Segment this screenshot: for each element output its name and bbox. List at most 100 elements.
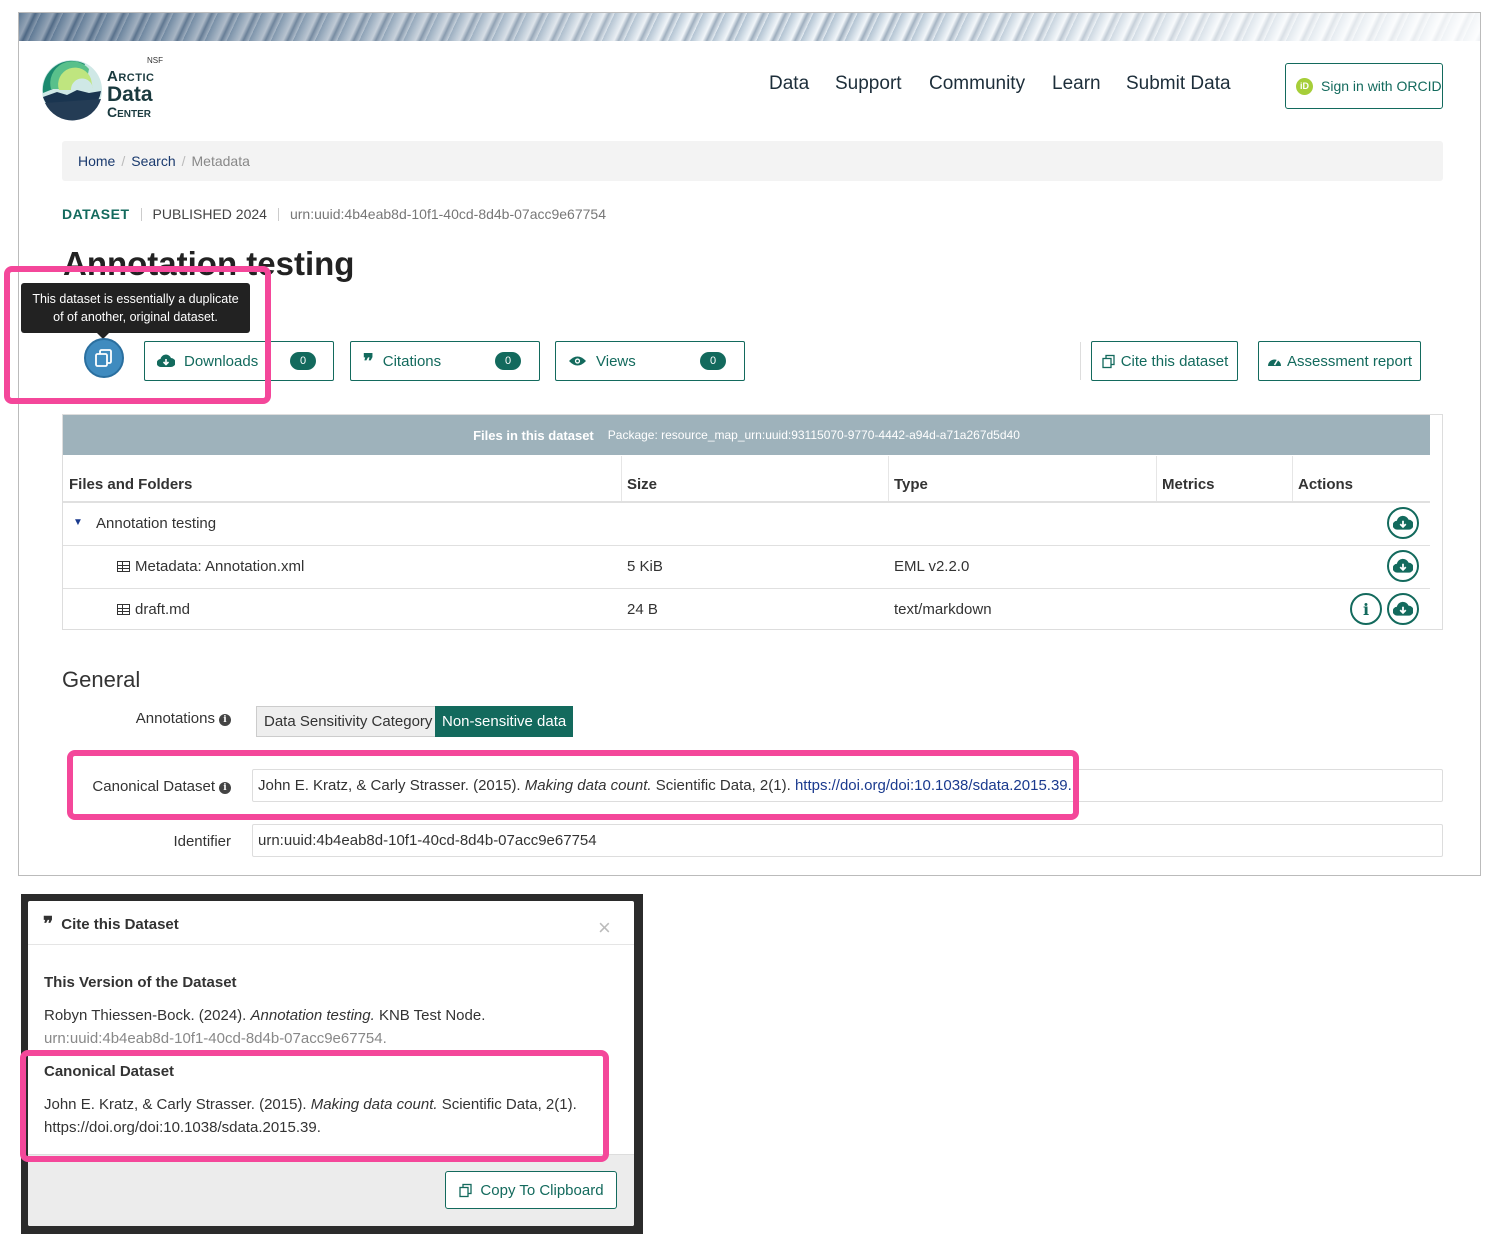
- file-type: EML v2.2.0: [894, 558, 970, 575]
- annotation-category[interactable]: Data Sensitivity Category: [256, 706, 440, 737]
- published-year: PUBLISHED 2024: [152, 206, 267, 222]
- version-id: urn:uuid:4b4eab8d-10f1-40cd-8d4b-07acc9e…: [44, 1030, 387, 1047]
- breadcrumb-separator: /: [181, 153, 186, 169]
- duplicate-dataset-button[interactable]: [84, 338, 124, 378]
- cite-dataset-button[interactable]: Cite this dataset: [1091, 341, 1238, 381]
- canonical-title: Making data count.: [524, 777, 652, 794]
- dashboard-icon: [1267, 359, 1281, 366]
- breadcrumb: Home / Search / Metadata: [62, 141, 1443, 181]
- canonical-dataset-field: John E. Kratz, & Carly Strasser. (2015).…: [252, 769, 1443, 802]
- copy-icon: [459, 1183, 473, 1197]
- nav-submit-data[interactable]: Submit Data: [1126, 73, 1231, 95]
- header-banner: [19, 13, 1480, 41]
- caret-down-icon[interactable]: ▼: [73, 517, 83, 528]
- annotations-label: Annotations i: [109, 710, 231, 727]
- identifier-field: urn:uuid:4b4eab8d-10f1-40cd-8d4b-07acc9e…: [252, 824, 1443, 857]
- citations-button[interactable]: ❞ Citations 0: [350, 341, 540, 381]
- citations-label: Citations: [382, 352, 442, 370]
- column-actions[interactable]: Actions: [1298, 476, 1353, 493]
- info-icon: i: [1362, 599, 1370, 619]
- canonical-title: Making data count.: [310, 1096, 438, 1113]
- info-icon[interactable]: i: [219, 782, 231, 794]
- file-name[interactable]: draft.md: [117, 601, 190, 618]
- meta-divider: [277, 207, 279, 221]
- column-size[interactable]: Size: [627, 476, 657, 493]
- close-icon[interactable]: ×: [598, 915, 611, 941]
- download-file-button[interactable]: [1387, 593, 1419, 625]
- copy-icon: [1102, 354, 1115, 368]
- table-row-folder[interactable]: ▼ Annotation testing: [63, 503, 1430, 545]
- meta-divider: [140, 207, 142, 221]
- identifier-label: Identifier: [173, 833, 231, 850]
- version-repo: KNB Test Node.: [378, 1007, 486, 1024]
- tooltip-line-2: of of another, original dataset.: [53, 310, 218, 324]
- canonical-journal: Scientific Data, 2(1).: [441, 1096, 577, 1113]
- nav-support[interactable]: Support: [835, 73, 902, 95]
- annotation-value[interactable]: Non-sensitive data: [435, 706, 574, 737]
- download-file-button[interactable]: [1387, 550, 1419, 582]
- table-row[interactable]: draft.md 24 B text/markdown i: [63, 589, 1430, 631]
- copy-to-clipboard-label: Copy To Clipboard: [480, 1181, 604, 1199]
- views-label: Views: [596, 352, 636, 370]
- version-heading: This Version of the Dataset: [44, 974, 237, 991]
- column-metrics[interactable]: Metrics: [1162, 476, 1215, 493]
- copy-to-clipboard-button[interactable]: Copy To Clipboard: [445, 1171, 617, 1209]
- canonical-dataset-label-text: Canonical Dataset: [92, 778, 215, 795]
- breadcrumb-search[interactable]: Search: [131, 153, 175, 169]
- breadcrumb-current: Metadata: [191, 153, 250, 169]
- canonical-authors: John E. Kratz, & Carly Strasser. (2015).: [44, 1096, 307, 1113]
- file-name[interactable]: Metadata: Annotation.xml: [117, 558, 304, 575]
- column-type[interactable]: Type: [894, 476, 928, 493]
- column-divider: [1156, 456, 1157, 502]
- column-divider: [888, 456, 889, 502]
- logo-center: Center: [107, 104, 152, 120]
- sign-in-label: Sign in with ORCID: [1321, 78, 1442, 94]
- column-files-and-folders[interactable]: Files and Folders: [69, 476, 192, 493]
- canonical-doi-link[interactable]: https://doi.org/doi:10.1038/sdata.2015.3…: [44, 1119, 321, 1136]
- file-size: 24 B: [627, 601, 658, 618]
- download-folder-button[interactable]: [1387, 507, 1419, 539]
- canonical-authors: John E. Kratz, & Carly Strasser. (2015).: [258, 777, 521, 794]
- cite-dataset-modal: ❞ Cite this Dataset × This Version of th…: [28, 901, 634, 1226]
- orcid-icon: iD: [1296, 77, 1313, 95]
- package-identifier: Package: resource_map_urn:uuid:93115070-…: [607, 428, 1020, 442]
- file-size: 5 KiB: [627, 558, 663, 575]
- cloud-download-icon: [1393, 558, 1413, 573]
- quote-icon: ❞: [363, 349, 374, 373]
- files-table-header: Files in this dataset Package: resource_…: [63, 415, 1430, 455]
- assessment-report-label: Assessment report: [1286, 352, 1413, 370]
- column-divider: [621, 456, 622, 502]
- table-icon: [117, 604, 130, 615]
- nav-data[interactable]: Data: [769, 73, 809, 95]
- table-icon: [117, 561, 130, 572]
- column-divider: [1292, 456, 1293, 502]
- canonical-doi-link[interactable]: https://doi.org/doi:10.1038/sdata.2015.3…: [795, 777, 1072, 794]
- downloads-button[interactable]: Downloads 0: [144, 341, 334, 381]
- copy-icon: [95, 349, 112, 367]
- annotations-label-text: Annotations: [135, 710, 215, 727]
- citations-count: 0: [495, 352, 521, 370]
- quote-icon: ❞: [43, 913, 54, 935]
- modal-title-text: Cite this Dataset: [61, 916, 179, 933]
- file-name-text: draft.md: [135, 601, 191, 618]
- version-authors: Robyn Thiessen-Bock. (2024).: [44, 1007, 247, 1024]
- duplicate-tooltip: This dataset is essentially a duplicate …: [21, 283, 250, 333]
- modal-divider: [28, 944, 634, 945]
- views-count: 0: [700, 352, 726, 370]
- general-heading: General: [62, 667, 141, 692]
- file-info-button[interactable]: i: [1350, 593, 1382, 625]
- cloud-download-icon: [1393, 601, 1413, 616]
- nav-learn[interactable]: Learn: [1052, 73, 1101, 95]
- arctic-data-center-logo[interactable]: [41, 59, 103, 121]
- files-header-title: Files in this dataset: [473, 427, 594, 443]
- folder-name[interactable]: Annotation testing: [96, 515, 216, 532]
- views-button[interactable]: Views 0: [555, 341, 745, 381]
- info-icon[interactable]: i: [219, 714, 231, 726]
- table-row[interactable]: Metadata: Annotation.xml 5 KiB EML v2.2.…: [63, 546, 1430, 588]
- breadcrumb-home[interactable]: Home: [78, 153, 115, 169]
- nav-community[interactable]: Community: [929, 73, 1025, 95]
- sign-in-orcid-button[interactable]: iD Sign in with ORCID: [1285, 63, 1443, 109]
- dataset-identifier: urn:uuid:4b4eab8d-10f1-40cd-8d4b-07acc9e…: [289, 206, 606, 222]
- assessment-report-button[interactable]: Assessment report: [1258, 341, 1421, 381]
- canonical-heading: Canonical Dataset: [44, 1063, 175, 1080]
